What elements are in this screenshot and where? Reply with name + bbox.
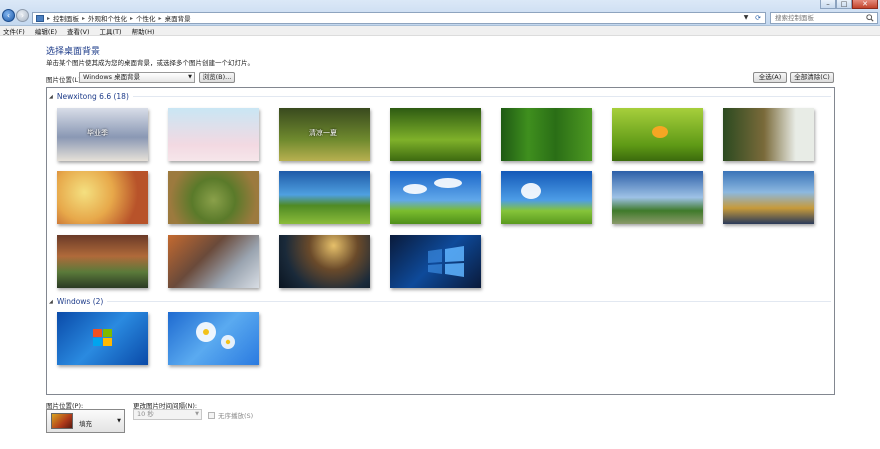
checkbox-box[interactable]	[208, 411, 215, 419]
chevron-down-icon: ▼	[188, 74, 192, 80]
interval-select[interactable]: 10 秒 ▼	[133, 409, 202, 420]
search-input[interactable]	[775, 14, 865, 22]
search-box[interactable]	[770, 12, 878, 24]
plumeria-thumb[interactable]	[57, 171, 148, 224]
chevron-down-icon: ▼	[117, 418, 121, 424]
browse-button[interactable]: 浏览(B)...	[199, 72, 235, 83]
group-divider	[107, 301, 831, 302]
breadcrumb-appearance[interactable]: 外观和个性化	[88, 13, 127, 23]
chevron-right-icon[interactable]: ▸	[130, 15, 133, 22]
thumbnail-caption: 毕业季	[87, 129, 108, 137]
interval-value: 10 秒	[137, 410, 154, 418]
group-name: Windows (2)	[56, 297, 104, 306]
chevron-down-icon: ▼	[195, 411, 199, 417]
menu-help[interactable]: 帮助(H)	[132, 26, 155, 36]
chevron-right-icon[interactable]: ▸	[82, 15, 85, 22]
menu-tools[interactable]: 工具(T)	[100, 26, 122, 36]
blossom-thumb[interactable]	[168, 108, 259, 161]
breadcrumb-personalization[interactable]: 个性化	[136, 13, 156, 23]
bamboo-thumb[interactable]	[501, 108, 592, 161]
windmill-thumb[interactable]	[612, 171, 703, 224]
page-title: 选择桌面背景	[46, 47, 101, 57]
spiral-field-thumb[interactable]	[168, 171, 259, 224]
shuffle-checkbox[interactable]: 无序播放(S)	[208, 410, 253, 420]
chevron-down-icon[interactable]: ▼	[741, 13, 751, 23]
windows-flag-icon	[93, 329, 112, 346]
picture-location-value: Windows 桌面背景	[83, 73, 141, 81]
group-divider	[132, 96, 831, 97]
farm-thumb[interactable]	[279, 171, 370, 224]
position-preview-swatch	[51, 413, 73, 429]
daisy-thumb[interactable]	[168, 312, 259, 365]
group-header-windows[interactable]: ◢ Windows (2)	[49, 297, 831, 306]
clouds-icon	[521, 183, 541, 199]
menu-edit[interactable]: 编辑(E)	[35, 26, 57, 36]
planet-thumb[interactable]	[279, 235, 370, 288]
collapse-triangle-icon[interactable]: ◢	[49, 94, 53, 100]
chevron-right-icon[interactable]: ▸	[47, 15, 50, 22]
control-panel-icon	[36, 14, 44, 22]
clouds-icon	[403, 178, 462, 194]
clear-all-button[interactable]: 全部清除(C)	[790, 72, 834, 83]
menu-bar: 文件(F) 编辑(E) 查看(V) 工具(T) 帮助(H)	[0, 26, 880, 36]
page-description: 单击某个图片使其成为您的桌面背景，或选择多个图片创建一个幻灯片。	[46, 59, 254, 67]
chevron-right-icon[interactable]: ▸	[159, 15, 162, 22]
canyon-river-thumb[interactable]	[57, 235, 148, 288]
breadcrumb-control-panel[interactable]: 控制面板	[53, 13, 79, 23]
minimize-button[interactable]: –	[820, 0, 836, 9]
refresh-icon[interactable]: ⟳	[753, 13, 763, 23]
back-button[interactable]: ‹	[2, 9, 15, 22]
tulip-flower-icon	[652, 126, 668, 138]
windows-logo-icon	[428, 246, 464, 277]
picture-position-select[interactable]: 填充 ▼	[46, 409, 125, 433]
address-bar[interactable]: ▸ 控制面板 ▸ 外观和个性化 ▸ 个性化 ▸ 桌面背景 ▼ ⟳	[32, 12, 766, 24]
daisy-flower-icon	[196, 322, 235, 349]
maximize-button[interactable]: □	[836, 0, 852, 9]
mountain-thumb[interactable]	[168, 235, 259, 288]
title-bar: ‹ › ▸ 控制面板 ▸ 外观和个性化 ▸ 个性化 ▸ 桌面背景 ▼ ⟳ – □…	[0, 0, 880, 26]
bookshelf-thumb[interactable]: 毕业季	[57, 108, 148, 161]
breadcrumb-desktop-background[interactable]: 桌面背景	[165, 13, 191, 23]
thumbnail-caption: 清凉一夏	[309, 129, 337, 137]
search-icon[interactable]	[866, 14, 874, 22]
grass-thumb[interactable]	[390, 108, 481, 161]
collapse-triangle-icon[interactable]: ◢	[49, 299, 53, 305]
wallpaper-gallery[interactable]: ◢ Newxitong 6.6 (18) 毕业季 清凉一夏 ◢ Windows (…	[46, 87, 835, 395]
picture-position-value: 填充	[79, 420, 92, 428]
menu-view[interactable]: 查看(V)	[67, 26, 90, 36]
girl-thumb[interactable]	[723, 108, 814, 161]
menu-file[interactable]: 文件(F)	[3, 26, 25, 36]
shuffle-label: 无序播放(S)	[218, 412, 254, 420]
forward-button[interactable]: ›	[16, 9, 29, 22]
clouds-field-thumb[interactable]	[390, 171, 481, 224]
close-button[interactable]: ✕	[852, 0, 878, 9]
picture-location-select[interactable]: Windows 桌面背景 ▼	[79, 72, 195, 83]
win7-thumb[interactable]	[57, 312, 148, 365]
picture-location-label: 图片位置(L):	[46, 76, 83, 84]
tulip-thumb[interactable]	[612, 108, 703, 161]
sea-arch-thumb[interactable]	[723, 171, 814, 224]
select-all-button[interactable]: 全选(A)	[753, 72, 787, 83]
group-name: Newxitong 6.6 (18)	[56, 92, 129, 101]
sky-meadow-thumb[interactable]	[501, 171, 592, 224]
win10-thumb[interactable]	[390, 235, 481, 288]
group-header-newxitong[interactable]: ◢ Newxitong 6.6 (18)	[49, 92, 831, 101]
dandelion-thumb[interactable]: 清凉一夏	[279, 108, 370, 161]
window-controls: – □ ✕	[820, 0, 878, 9]
